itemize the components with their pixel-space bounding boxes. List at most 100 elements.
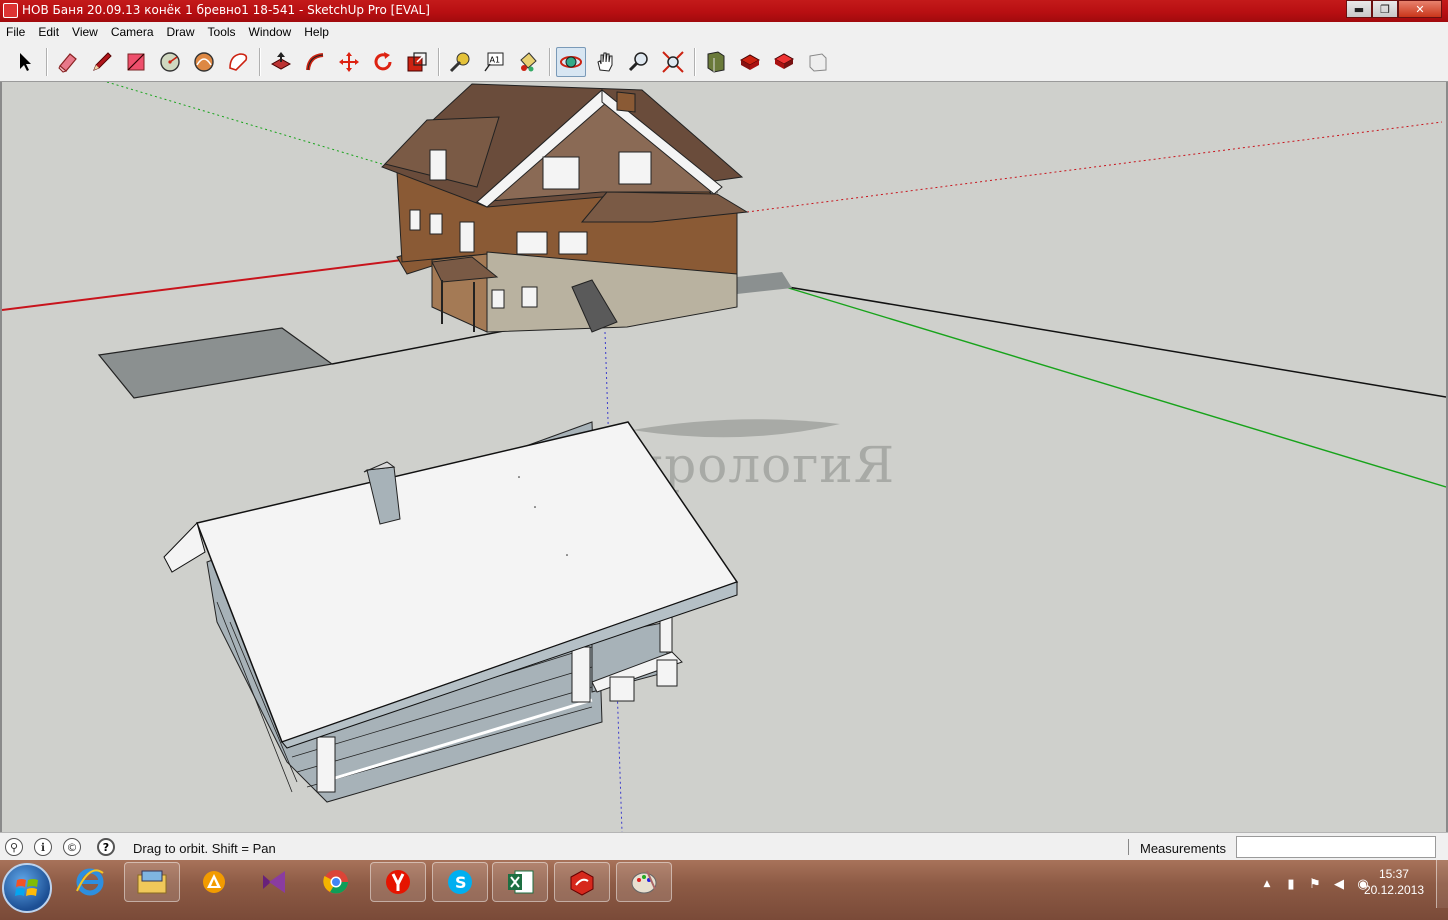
internet-explorer-icon xyxy=(76,868,104,896)
help-icon[interactable]: ? xyxy=(97,838,115,856)
orbit-icon xyxy=(560,55,582,68)
visual-studio-icon xyxy=(263,871,285,893)
circle-icon xyxy=(160,51,180,72)
close-button[interactable]: ✕ xyxy=(1398,0,1442,18)
extension-button[interactable] xyxy=(803,47,833,77)
maximize-button[interactable]: ❐ xyxy=(1372,0,1398,18)
pan-tool-button[interactable] xyxy=(590,47,620,77)
taskbar-chrome-button[interactable] xyxy=(308,862,364,902)
status-bar: ⚲ ℹ © ? Drag to orbit. Shift = Pan Measu… xyxy=(0,832,1448,860)
arc-icon xyxy=(194,51,214,72)
copyright-icon[interactable]: © xyxy=(63,838,81,856)
credits-icon[interactable]: ℹ xyxy=(34,838,52,856)
menu-view[interactable]: View xyxy=(72,25,98,39)
arc-tool-button[interactable] xyxy=(189,47,219,77)
eraser-icon xyxy=(58,52,77,73)
eraser-tool-button[interactable] xyxy=(53,47,83,77)
push-pull-tool-button[interactable] xyxy=(266,47,296,77)
window-title: НОВ Баня 20.09.13 конёк 1 бревно1 18-541… xyxy=(22,3,430,17)
taskbar-avast-button[interactable] xyxy=(186,862,242,902)
start-button[interactable] xyxy=(2,863,52,913)
taskbar-skype-button[interactable]: S xyxy=(432,862,488,902)
skype-icon: S xyxy=(448,870,472,894)
minimize-button[interactable]: ▬ xyxy=(1346,0,1372,18)
polygon-tool-button[interactable] xyxy=(223,47,253,77)
taskbar-vs-button[interactable] xyxy=(246,862,302,902)
usb-icon[interactable]: ▮ xyxy=(1282,875,1300,893)
measurements-label: Measurements xyxy=(1140,841,1226,856)
taskbar-excel-button[interactable] xyxy=(492,862,548,902)
follow-me-icon xyxy=(306,52,324,70)
share-model-button[interactable] xyxy=(735,47,765,77)
get-components-button[interactable] xyxy=(769,47,799,77)
green-axis-dotted xyxy=(106,82,403,171)
orbit-tool-button[interactable] xyxy=(556,46,586,77)
measurements-input[interactable] xyxy=(1236,836,1436,858)
taskbar-explorer-button[interactable] xyxy=(124,862,180,902)
select-tool-button[interactable] xyxy=(10,47,40,77)
rectangle-tool-button[interactable] xyxy=(121,47,151,77)
avast-icon xyxy=(203,871,225,893)
zoom-extents-tool-button[interactable] xyxy=(658,47,688,77)
toolbar-separator xyxy=(438,47,440,76)
3d-warehouse-button[interactable] xyxy=(701,47,731,77)
menu-edit[interactable]: Edit xyxy=(38,25,59,39)
main-toolbar: A1 xyxy=(0,42,1448,82)
ground-shadow-rect xyxy=(97,327,334,399)
show-hidden-icon[interactable]: ▲ xyxy=(1258,875,1276,893)
toolbar-separator xyxy=(259,47,261,76)
file-explorer-icon xyxy=(137,870,167,894)
follow-me-tool-button[interactable] xyxy=(300,47,330,77)
geo-location-icon[interactable]: ⚲ xyxy=(5,838,23,856)
toolbar-separator xyxy=(549,47,551,76)
menu-help[interactable]: Help xyxy=(304,25,329,39)
3d-warehouse-icon xyxy=(707,50,725,73)
menu-camera[interactable]: Camera xyxy=(111,25,154,39)
taskbar-ie-button[interactable] xyxy=(62,862,118,902)
menu-file[interactable]: File xyxy=(6,25,25,39)
red-axis-dotted xyxy=(746,121,1443,213)
svg-text:S: S xyxy=(455,873,467,892)
taskbar-clock[interactable]: 15:37 20.12.2013 xyxy=(1364,866,1424,898)
extension-icon xyxy=(809,52,827,72)
bathhouse-model[interactable] xyxy=(163,421,739,803)
tape-measure-tool-button[interactable] xyxy=(445,47,475,77)
house-model[interactable] xyxy=(381,83,749,333)
windows-logo-icon xyxy=(15,879,38,896)
text-tool-label: A1 xyxy=(490,55,501,64)
yandex-browser-icon xyxy=(386,870,410,894)
toolbar-separator xyxy=(694,47,696,76)
taskbar-yandex-button[interactable] xyxy=(370,862,426,902)
rotate-tool-button[interactable] xyxy=(368,47,398,77)
menu-bar: File Edit View Camera Draw Tools Window … xyxy=(0,22,1448,42)
push-pull-icon xyxy=(270,51,292,70)
scale-tool-button[interactable] xyxy=(402,47,432,77)
zoom-icon xyxy=(628,51,648,71)
get-components-icon xyxy=(773,52,795,69)
windows-taskbar: S ▲ ▮ ⚑ ◀ ◉ 15:37 20.12.2013 xyxy=(0,860,1448,920)
taskbar-sketchup-button[interactable] xyxy=(554,862,610,902)
menu-tools[interactable]: Tools xyxy=(208,25,236,39)
chrome-icon xyxy=(323,870,348,894)
menu-draw[interactable]: Draw xyxy=(167,25,195,39)
clock-date: 20.12.2013 xyxy=(1363,883,1424,897)
pencil-tool-button[interactable] xyxy=(87,47,117,77)
taskbar-paint-button[interactable] xyxy=(616,862,672,902)
circle-tool-button[interactable] xyxy=(155,47,185,77)
action-center-icon[interactable]: ⚑ xyxy=(1306,875,1324,893)
zoom-tool-button[interactable] xyxy=(624,47,654,77)
excel-icon xyxy=(508,870,534,894)
ground-shadow-house xyxy=(737,272,792,294)
move-icon xyxy=(339,51,359,72)
text-icon: A1 xyxy=(484,52,504,71)
text-tool-button[interactable]: A1 xyxy=(479,47,509,77)
show-desktop-button[interactable] xyxy=(1436,860,1448,908)
move-tool-button[interactable] xyxy=(334,47,364,77)
drawing-viewport[interactable]: ГидрологиЯ xyxy=(0,82,1448,832)
menu-window[interactable]: Window xyxy=(249,25,292,39)
sketchup-app-icon[interactable] xyxy=(3,3,18,18)
paint-bucket-tool-button[interactable] xyxy=(513,47,543,77)
volume-icon[interactable]: ◀ xyxy=(1330,875,1348,893)
zoom-extents-icon xyxy=(662,50,684,73)
title-bar[interactable]: НОВ Баня 20.09.13 конёк 1 бревно1 18-541… xyxy=(0,0,1448,22)
